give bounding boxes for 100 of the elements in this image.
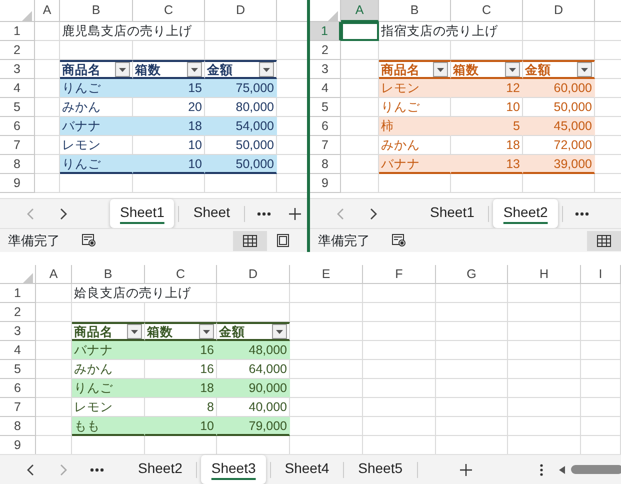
sheet-tab[interactable]: Sheet2 bbox=[128, 455, 192, 484]
select-all-icon[interactable] bbox=[23, 273, 33, 283]
empty-cell[interactable] bbox=[36, 360, 72, 379]
empty-cell[interactable] bbox=[379, 41, 451, 60]
empty-cell[interactable] bbox=[290, 303, 363, 322]
empty-cell[interactable] bbox=[36, 284, 72, 303]
row-header[interactable]: 1 bbox=[0, 284, 36, 303]
row-header[interactable]: 6 bbox=[0, 379, 36, 398]
empty-cell[interactable] bbox=[341, 41, 379, 60]
row-header[interactable]: 9 bbox=[0, 174, 35, 193]
empty-cell[interactable] bbox=[363, 284, 436, 303]
more-button[interactable] bbox=[254, 210, 273, 218]
empty-cell[interactable] bbox=[36, 398, 72, 417]
empty-cell[interactable] bbox=[36, 322, 72, 341]
empty-cell[interactable] bbox=[451, 41, 523, 60]
empty-cell[interactable] bbox=[341, 174, 379, 193]
row-header[interactable]: 6 bbox=[0, 117, 35, 136]
empty-cell[interactable] bbox=[36, 303, 72, 322]
row-header[interactable]: 1 bbox=[0, 22, 35, 41]
empty-cell[interactable] bbox=[72, 303, 145, 322]
column-header[interactable]: A bbox=[36, 265, 72, 284]
row-header[interactable]: 7 bbox=[310, 136, 341, 155]
empty-cell[interactable] bbox=[290, 360, 363, 379]
column-header[interactable]: D bbox=[523, 0, 595, 22]
row-header[interactable]: 3 bbox=[0, 60, 35, 79]
empty-cell[interactable] bbox=[581, 417, 621, 436]
empty-cell[interactable] bbox=[35, 136, 60, 155]
column-header[interactable]: F bbox=[363, 265, 436, 284]
row-header[interactable]: 2 bbox=[0, 303, 36, 322]
active-cell[interactable] bbox=[341, 22, 379, 41]
empty-cell[interactable] bbox=[290, 398, 363, 417]
empty-cell[interactable] bbox=[363, 379, 436, 398]
sheet-title[interactable]: 指宿支店の売り上げ bbox=[379, 22, 523, 41]
empty-cell[interactable] bbox=[363, 398, 436, 417]
options-button[interactable] bbox=[538, 462, 545, 478]
empty-cell[interactable] bbox=[205, 174, 277, 193]
empty-cell[interactable] bbox=[217, 303, 290, 322]
normal-view-button[interactable] bbox=[233, 230, 267, 250]
empty-cell[interactable] bbox=[436, 398, 508, 417]
empty-cell[interactable] bbox=[581, 379, 621, 398]
empty-cell[interactable] bbox=[508, 417, 581, 436]
empty-cell[interactable] bbox=[379, 174, 451, 193]
empty-cell[interactable] bbox=[341, 136, 379, 155]
empty-cell[interactable] bbox=[341, 98, 379, 117]
filter-button[interactable] bbox=[187, 62, 202, 77]
empty-cell[interactable] bbox=[35, 22, 60, 41]
row-header[interactable]: 9 bbox=[310, 174, 341, 193]
column-header[interactable]: E bbox=[290, 265, 363, 284]
column-header[interactable]: B bbox=[379, 0, 451, 22]
empty-cell[interactable] bbox=[508, 303, 581, 322]
sheet-tab[interactable]: Sheet bbox=[183, 199, 240, 228]
empty-cell[interactable] bbox=[523, 41, 595, 60]
empty-cell[interactable] bbox=[363, 303, 436, 322]
column-header[interactable]: H bbox=[508, 265, 581, 284]
empty-cell[interactable] bbox=[581, 322, 621, 341]
empty-cell[interactable] bbox=[581, 398, 621, 417]
normal-view-button[interactable] bbox=[587, 230, 621, 250]
row-header[interactable]: 8 bbox=[310, 155, 341, 174]
empty-cell[interactable] bbox=[436, 379, 508, 398]
empty-cell[interactable] bbox=[341, 60, 379, 79]
empty-cell[interactable] bbox=[363, 417, 436, 436]
row-header[interactable]: 1 bbox=[310, 22, 341, 41]
empty-cell[interactable] bbox=[60, 41, 133, 60]
empty-cell[interactable] bbox=[60, 174, 133, 193]
empty-cell[interactable] bbox=[290, 322, 363, 341]
empty-cell[interactable] bbox=[508, 379, 581, 398]
empty-cell[interactable] bbox=[581, 284, 621, 303]
empty-cell[interactable] bbox=[581, 360, 621, 379]
column-header[interactable]: A bbox=[341, 0, 379, 22]
empty-cell[interactable] bbox=[508, 360, 581, 379]
row-header[interactable]: 8 bbox=[0, 155, 35, 174]
row-header[interactable]: 4 bbox=[0, 79, 35, 98]
row-header[interactable]: 8 bbox=[0, 417, 36, 436]
select-all-icon[interactable] bbox=[22, 11, 32, 21]
empty-cell[interactable] bbox=[508, 322, 581, 341]
empty-cell[interactable] bbox=[581, 341, 621, 360]
row-header[interactable]: 5 bbox=[0, 360, 36, 379]
empty-cell[interactable] bbox=[508, 341, 581, 360]
sheet-tab[interactable]: Sheet1 bbox=[420, 199, 484, 228]
sheet-tab[interactable]: Sheet5 bbox=[348, 455, 412, 484]
empty-cell[interactable] bbox=[523, 174, 595, 193]
row-header[interactable]: 2 bbox=[310, 41, 341, 60]
row-header[interactable]: 7 bbox=[0, 136, 35, 155]
sheet-tab[interactable]: Sheet2 bbox=[493, 199, 558, 228]
row-header[interactable]: 5 bbox=[310, 98, 341, 117]
empty-cell[interactable] bbox=[133, 41, 205, 60]
column-header[interactable]: C bbox=[145, 265, 217, 284]
sheet-title[interactable]: 鹿児島支店の売り上げ bbox=[60, 22, 205, 41]
filter-button[interactable] bbox=[127, 324, 142, 339]
scrollbar-thumb[interactable] bbox=[571, 465, 621, 474]
sheet-tab[interactable]: Sheet4 bbox=[274, 455, 340, 484]
filter-button[interactable] bbox=[577, 62, 592, 77]
row-header[interactable]: 4 bbox=[310, 79, 341, 98]
column-header[interactable]: G bbox=[436, 265, 508, 284]
sheet-title[interactable]: 姶良支店の売り上げ bbox=[72, 284, 217, 303]
column-header[interactable]: B bbox=[72, 265, 145, 284]
empty-cell[interactable] bbox=[436, 417, 508, 436]
column-header[interactable]: D bbox=[205, 0, 277, 22]
filter-button[interactable] bbox=[272, 324, 287, 339]
empty-cell[interactable] bbox=[363, 322, 436, 341]
